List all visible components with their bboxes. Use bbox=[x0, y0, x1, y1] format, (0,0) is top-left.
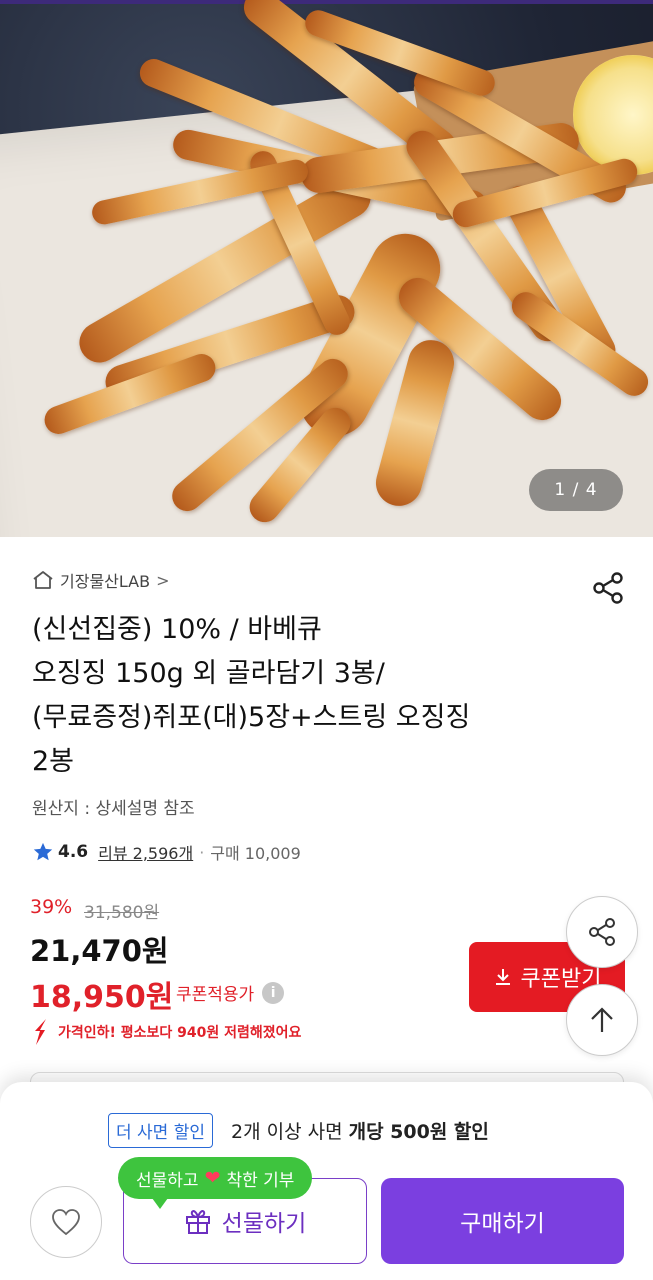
review-count-link[interactable]: 리뷰 2,596개 bbox=[98, 840, 193, 864]
info-icon[interactable]: i bbox=[262, 981, 285, 1004]
coupon-note-label: 쿠폰적용가 bbox=[176, 985, 255, 1005]
discount-rate: 39% bbox=[30, 896, 73, 918]
buy-button-label: 구매하기 bbox=[460, 1211, 545, 1237]
title-line: 오징징 150g 외 골라담기 3봉/ bbox=[32, 658, 385, 689]
store-name: 기장물산LAB bbox=[60, 572, 151, 591]
bulk-discount-row: 더 사면 할인 2개 이상 사면 개당 500원 할인 bbox=[108, 1113, 489, 1148]
down-arrow-icon bbox=[35, 1019, 46, 1045]
title-line: 2봉 bbox=[32, 746, 75, 777]
coupon-price: 18,950원 bbox=[30, 980, 174, 1015]
bubble-text-before: 선물하고 bbox=[136, 1170, 199, 1191]
top-accent-bar bbox=[0, 0, 653, 4]
buy-button[interactable]: 구매하기 bbox=[381, 1178, 624, 1264]
gift-button-label: 선물하기 bbox=[221, 1211, 307, 1237]
bulk-discount-amount: 개당 500원 할인 bbox=[348, 1121, 489, 1143]
share-icon bbox=[589, 918, 615, 946]
purchase-count: 구매 10,009 bbox=[210, 844, 301, 863]
share-icon[interactable] bbox=[590, 570, 626, 606]
title-line: (신선집중) 10% / 바베큐 bbox=[32, 614, 322, 645]
store-link[interactable]: 기장물산LAB > bbox=[32, 568, 170, 592]
image-counter: 1 / 4 bbox=[529, 469, 623, 511]
heart-icon: ❤ bbox=[204, 1167, 221, 1189]
bulk-discount-tag: 더 사면 할인 bbox=[108, 1113, 214, 1148]
scroll-top-button[interactable] bbox=[566, 984, 638, 1056]
floating-share-button[interactable] bbox=[566, 896, 638, 968]
product-image-carousel[interactable]: 1 / 4 bbox=[0, 0, 653, 537]
gift-icon bbox=[185, 1210, 210, 1234]
rating-score: 4.6 bbox=[58, 842, 89, 862]
gift-donation-bubble: 선물하고 ❤ 착한 기부 bbox=[118, 1157, 313, 1209]
heart-icon bbox=[52, 1209, 80, 1236]
home-icon bbox=[33, 571, 53, 589]
origin-info: 원산지 : 상세설명 참조 bbox=[32, 799, 195, 819]
bubble-text-after: 착한 기부 bbox=[226, 1170, 295, 1191]
coupon-note: 쿠폰적용가 i bbox=[176, 980, 285, 1005]
original-price: 31,580원 bbox=[84, 903, 160, 923]
current-price: 21,470원 bbox=[30, 934, 169, 968]
star-icon bbox=[33, 842, 53, 861]
download-icon bbox=[495, 969, 510, 985]
price-drop-text: 가격인하! 평소보다 940원 저렴해졌어요 bbox=[58, 1025, 302, 1041]
rating-row: 4.6 리뷰 2,596개 · 구매 10,009 bbox=[32, 840, 301, 864]
title-line: (무료증정)쥐포(대)5장+스트링 오징징 bbox=[32, 702, 471, 733]
up-arrow-icon bbox=[591, 1007, 613, 1032]
product-title: (신선집중) 10% / 바베큐 오징징 150g 외 골라담기 3봉/ (무료… bbox=[32, 608, 592, 784]
bulk-discount-text: 2개 이상 사면 bbox=[231, 1121, 343, 1143]
separator-dot: · bbox=[199, 842, 205, 862]
wishlist-button[interactable] bbox=[30, 1186, 102, 1258]
price-drop-message: 가격인하! 평소보다 940원 저렴해졌어요 bbox=[32, 1018, 301, 1046]
chevron-right-icon: > bbox=[156, 570, 170, 590]
